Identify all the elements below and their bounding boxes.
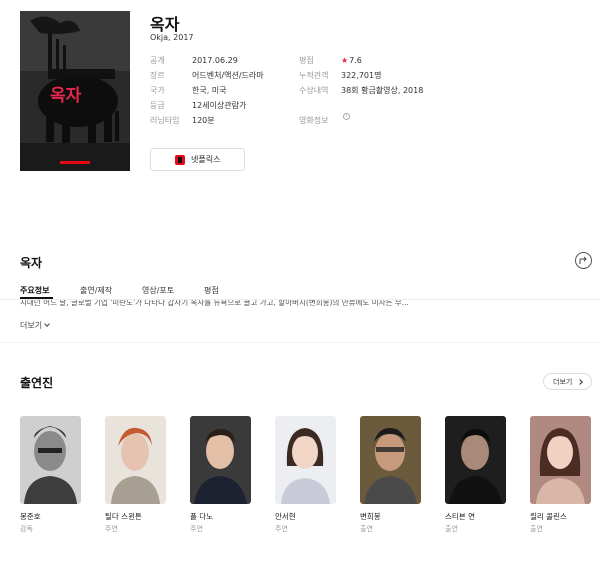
more-label: 더보기 xyxy=(20,321,43,330)
section-title: 옥자 xyxy=(20,256,43,270)
cast-item[interactable]: 틸다 스윈튼 주연 xyxy=(105,416,166,534)
audience-value: 322,701명 xyxy=(341,71,382,80)
netflix-button[interactable]: 넷플릭스 xyxy=(150,148,245,171)
share-icon xyxy=(579,256,587,264)
info-row-rating: 평점 ★7.6 xyxy=(299,53,423,68)
section-divider xyxy=(0,342,600,343)
movie-subtitle: Okja, 2017 xyxy=(150,33,194,42)
cast-name: 폴 다노 xyxy=(190,512,214,521)
tab-media[interactable]: 영상/포토 xyxy=(142,285,174,296)
tab-bar: 주요정보 출연/제작 영상/포토 평점 xyxy=(0,282,600,300)
rating-number: 7.6 xyxy=(349,56,362,65)
cast-item[interactable]: 스티븐 연 출연 xyxy=(445,416,506,534)
star-icon: ★ xyxy=(341,56,349,65)
tab-main-info[interactable]: 주요정보 xyxy=(20,285,49,296)
cast-more-button[interactable]: 더보기 xyxy=(543,373,592,390)
cast-role: 출연 xyxy=(360,525,373,533)
cast-name: 틸다 스윈튼 xyxy=(105,512,142,521)
info-value: 120분 xyxy=(192,116,215,125)
info-row-awards: 수상내역 38회 황금촬영상, 2018 xyxy=(299,83,423,98)
info-key: 영화정보 xyxy=(299,116,329,125)
cast-name: 안서현 xyxy=(275,512,296,521)
synopsis-more-link[interactable]: 더보기 xyxy=(20,320,50,331)
info-value: 한국, 미국 xyxy=(192,86,227,95)
award-link[interactable]: 38회 황금촬영상, 2018 xyxy=(341,83,423,98)
share-button[interactable] xyxy=(575,252,592,269)
cast-photo xyxy=(20,416,81,504)
cast-role: 주연 xyxy=(190,525,203,533)
movie-poster[interactable]: 옥자 xyxy=(20,11,130,171)
cast-item[interactable]: 변희봉 출연 xyxy=(360,416,421,534)
info-row-movieinfo: 영화정보 i xyxy=(299,113,423,128)
info-key: 장르 xyxy=(150,71,165,80)
rating-value: ★7.6 xyxy=(341,53,362,68)
info-key: 등급 xyxy=(150,101,165,110)
info-row-audience: 누적관객 322,701명 xyxy=(299,68,423,83)
info-row-runtime: 러닝타임 120분 xyxy=(150,113,264,128)
info-row-country: 국가 한국, 미국 xyxy=(150,83,264,98)
movie-header: 옥자 옥자 Okja, 2017 공개 2017.06.29 장르 어드벤처/액… xyxy=(0,0,600,240)
cast-section-title: 출연진 xyxy=(20,376,54,390)
cast-photo xyxy=(105,416,166,504)
netflix-logo-icon xyxy=(175,155,185,165)
cast-item[interactable]: 안서현 주연 xyxy=(275,416,336,534)
movie-title: 옥자 xyxy=(150,15,180,34)
cast-role: 출연 xyxy=(445,525,458,533)
cast-photo xyxy=(275,416,336,504)
info-value: 어드벤처/액션/드라마 xyxy=(192,71,264,80)
ott-label: 넷플릭스 xyxy=(191,155,221,164)
chevron-down-icon xyxy=(44,321,50,327)
info-key: 누적관객 xyxy=(299,71,329,80)
tab-reviews[interactable]: 평점 xyxy=(204,285,219,296)
cast-item[interactable]: 봉준호 감독 xyxy=(20,416,81,534)
cast-name: 봉준호 xyxy=(20,512,41,521)
info-row-release: 공개 2017.06.29 xyxy=(150,53,264,68)
cast-name: 스티븐 연 xyxy=(445,512,475,521)
cast-item[interactable]: 폴 다노 주연 xyxy=(190,416,251,534)
info-value: 12세이상관람가 xyxy=(192,101,247,110)
tab-cast-crew[interactable]: 출연/제작 xyxy=(80,285,112,296)
info-icon[interactable]: i xyxy=(343,113,350,120)
cast-role: 출연 xyxy=(530,525,543,533)
info-row-genre: 장르 어드벤처/액션/드라마 xyxy=(150,68,264,83)
synopsis-line: 시대던 어느 날, 글로벌 기업 '미란도'가 나타나 갑자기 옥자를 뉴욕으로… xyxy=(20,300,409,307)
info-row-spacer xyxy=(299,98,423,113)
active-tab-indicator xyxy=(20,297,53,299)
cast-photo xyxy=(190,416,251,504)
poster-title: 옥자 xyxy=(50,86,82,106)
cast-name: 릴리 콜린스 xyxy=(530,512,567,521)
movie-info-right: 평점 ★7.6 누적관객 322,701명 수상내역 38회 황금촬영상, 20… xyxy=(299,53,423,128)
info-key: 평점 xyxy=(299,56,314,65)
cast-photo xyxy=(530,416,591,504)
info-key: 수상내역 xyxy=(299,86,329,95)
cast-role: 주연 xyxy=(275,525,288,533)
cast-more-label: 더보기 xyxy=(553,377,573,386)
cast-role: 감독 xyxy=(20,525,33,533)
info-key: 공개 xyxy=(150,56,165,65)
cast-photo xyxy=(360,416,421,504)
cast-photo xyxy=(445,416,506,504)
cast-role: 주연 xyxy=(105,525,118,533)
info-key: 국가 xyxy=(150,86,165,95)
cast-name: 변희봉 xyxy=(360,512,381,521)
info-key: 러닝타임 xyxy=(150,116,180,125)
info-row-grade: 등급 12세이상관람가 xyxy=(150,98,264,113)
info-value: 2017.06.29 xyxy=(192,56,238,65)
movie-info-left: 공개 2017.06.29 장르 어드벤처/액션/드라마 국가 한국, 미국 등… xyxy=(150,53,264,128)
chevron-right-icon xyxy=(577,378,584,385)
cast-item[interactable]: 릴리 콜린스 출연 xyxy=(530,416,591,534)
synopsis-text: 시대던 어느 날, 글로벌 기업 '미란도'가 나타나 갑자기 옥자를 뉴욕으로… xyxy=(20,300,580,312)
